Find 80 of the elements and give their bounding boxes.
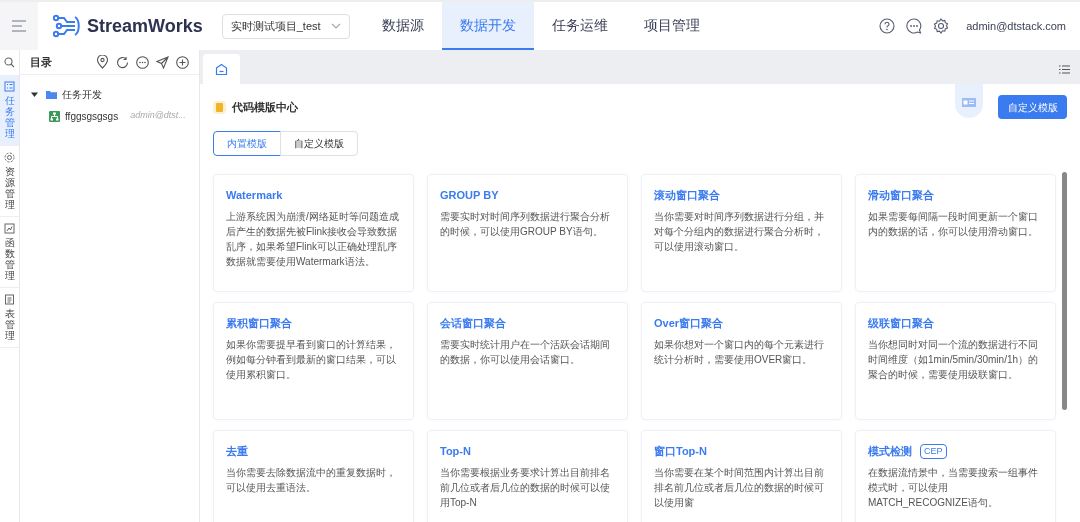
template-card[interactable]: GROUP BY 需要实时对时间序列数据进行聚合分析的时候，可以使用GROUP BY语句。 — [427, 174, 628, 292]
template-title: Watermark — [226, 187, 283, 203]
template-card[interactable]: 滚动窗口聚合 当你需要对时间序列数据进行分组，并对每个分组内的数据进行聚合分析时，可以使用滚动窗口。 — [641, 174, 842, 292]
template-card[interactable]: 滑动窗口聚合 如果需要每间隔一段时间更新一个窗口内的数据的话，你可以使用滑动窗口。 — [855, 174, 1056, 292]
task-name[interactable]: ffggsgsgsgs — [65, 108, 119, 124]
template-description: 当你需要对时间序列数据进行分组，并对每个分组内的数据进行聚合分析时，可以使用滚动窗口。 — [654, 210, 825, 254]
template-title: Top-N — [440, 443, 471, 459]
task-list-icon — [4, 81, 15, 92]
help-icon[interactable] — [879, 18, 896, 34]
template-title: 累积窗口聚合 — [226, 315, 292, 331]
template-title: 会话窗口聚合 — [440, 315, 506, 331]
template-card[interactable]: 去重 当你需要去除数据流中的重复数据时，可以使用去重语法。 — [213, 430, 414, 522]
rail-item[interactable]: 资源管理 — [0, 146, 19, 217]
logo-icon — [53, 14, 81, 38]
template-description: 当你需要在某个时间范围内计算出目前排名前几位或者后几位的数据的时候可以使用窗 — [654, 466, 825, 510]
template-card[interactable]: 累积窗口聚合 如果你需要提早看到窗口的计算结果，例如每分钟看到最新的窗口结果，可以使用累积窗口。 — [213, 302, 414, 420]
template-title: 模式检测 — [868, 443, 912, 459]
tag: CEP — [920, 443, 947, 459]
nav-tab[interactable]: 数据源 — [363, 2, 442, 50]
template-description: 如果你需要提早看到窗口的计算结果，例如每分钟看到最新的窗口结果，可以使用累积窗口。 — [226, 338, 397, 382]
template-description: 当你想同时对同一个流的数据进行不同时间维度（如1min/5min/30min/1h）的聚合的时候，需要使用级联窗口。 — [868, 338, 1040, 382]
nav-tab[interactable]: 项目管理 — [625, 2, 718, 50]
template-title: GROUP BY — [440, 187, 499, 203]
table-icon — [4, 294, 15, 305]
rail-item[interactable]: 表管理 — [0, 288, 19, 348]
folder-icon — [46, 89, 57, 99]
template-card[interactable]: 级联窗口聚合 当你想同时对同一个流的数据进行不同时间维度（如1min/5min/30min/1h）的聚合的时候，需要使用级联窗口。 — [855, 302, 1056, 420]
task-owner: admin@dtst... — [130, 109, 186, 123]
template-tab[interactable]: 自定义模版 — [280, 131, 358, 156]
user-email[interactable]: admin@dtstack.com — [966, 17, 1066, 35]
template-title: 滚动窗口聚合 — [654, 187, 720, 203]
sidebar-title: 目录 — [30, 54, 52, 70]
template-description: 需要实时统计用户在一个活跃会话期间的数据，你可以使用会话窗口。 — [440, 338, 611, 367]
template-title: Over窗口聚合 — [654, 315, 724, 331]
document-icon — [213, 100, 226, 114]
page-title: 代码模版中心 — [232, 99, 298, 115]
rail-item[interactable]: 函数管理 — [0, 217, 19, 288]
template-title: 窗口Top-N — [654, 443, 707, 459]
list-icon[interactable] — [1059, 65, 1070, 74]
caret-icon[interactable] — [31, 90, 38, 98]
template-description: 需要实时对时间序列数据进行聚合分析的时候，可以使用GROUP BY语句。 — [440, 210, 611, 239]
hierarchy-icon — [49, 110, 60, 122]
app-name: StreamWorks — [87, 14, 203, 38]
more-icon[interactable] — [136, 55, 149, 69]
home-tab[interactable] — [203, 54, 240, 84]
chat-icon[interactable] — [906, 18, 923, 34]
nav-tab[interactable]: 任务运维 — [533, 2, 626, 50]
template-description: 当你需要去除数据流中的重复数据时，可以使用去重语法。 — [226, 466, 397, 495]
search-icon[interactable] — [4, 57, 15, 68]
template-description: 当你需要根据业务要求计算出目前排名前几位或者后几位的数据的时候可以使用Top-N — [440, 466, 611, 510]
template-card[interactable]: Watermark 上游系统因为崩溃/网络延时等问题造成后产生的数据先被Flink接收会导致数据乱序，如果希望Flink可以正确处理乱序数据就需要使用Watermark语法。 — [213, 174, 414, 292]
project-select[interactable]: 实时测试项目_test — [221, 13, 350, 39]
create-template-button[interactable]: 自定义模版 — [998, 95, 1067, 119]
scrollbar[interactable] — [1062, 172, 1067, 410]
template-title: 级联窗口聚合 — [868, 315, 934, 331]
refresh-icon[interactable] — [116, 55, 129, 69]
send-icon[interactable] — [156, 55, 169, 69]
template-description: 如果你想对一个窗口内的每个元素进行统计分析时，需要使用OVER窗口。 — [654, 338, 825, 367]
card-view-icon — [962, 95, 976, 107]
home-icon — [215, 62, 228, 76]
template-card[interactable]: 会话窗口聚合 需要实时统计用户在一个活跃会话期间的数据，你可以使用会话窗口。 — [427, 302, 628, 420]
template-description: 在数据流情景中，当需要搜索一组事件模式时，可以使用MATCH_RECOGNIZE语句。 — [868, 466, 1039, 510]
chart-icon — [4, 223, 15, 234]
chevron-down-icon — [330, 23, 341, 29]
template-card[interactable]: 窗口Top-N 当你需要在某个时间范围内计算出目前排名前几位或者后几位的数据的时候可以使用窗 — [641, 430, 842, 522]
template-title: 去重 — [226, 443, 248, 459]
template-title: 滑动窗口聚合 — [868, 187, 934, 203]
template-card[interactable]: 模式检测 CEP 在数据流情景中，当需要搜索一组事件模式时，可以使用MATCH_RECOGNIZE语句。 — [855, 430, 1056, 522]
template-card[interactable]: Top-N 当你需要根据业务要求计算出目前排名前几位或者后几位的数据的时候可以使用Top-N — [427, 430, 628, 522]
template-tab[interactable]: 内置模版 — [213, 131, 281, 156]
template-description: 如果需要每间隔一段时间更新一个窗口内的数据的话，你可以使用滑动窗口。 — [868, 210, 1039, 239]
location-icon[interactable] — [96, 55, 109, 69]
add-icon[interactable] — [176, 55, 189, 69]
folder-label[interactable]: 任务开发 — [62, 86, 102, 102]
settings-icon[interactable] — [933, 18, 950, 34]
rail-item[interactable]: 任务管理 — [0, 75, 19, 146]
template-card[interactable]: Over窗口聚合 如果你想对一个窗口内的每个元素进行统计分析时，需要使用OVER窗口。 — [641, 302, 842, 420]
resource-icon — [4, 152, 15, 163]
nav-tab[interactable]: 数据开发 — [441, 2, 534, 50]
template-description: 上游系统因为崩溃/网络延时等问题造成后产生的数据先被Flink接收会导致数据乱序，如果希望Flink可以正确处理乱序数据就需要使用Watermark语法。 — [226, 210, 400, 269]
